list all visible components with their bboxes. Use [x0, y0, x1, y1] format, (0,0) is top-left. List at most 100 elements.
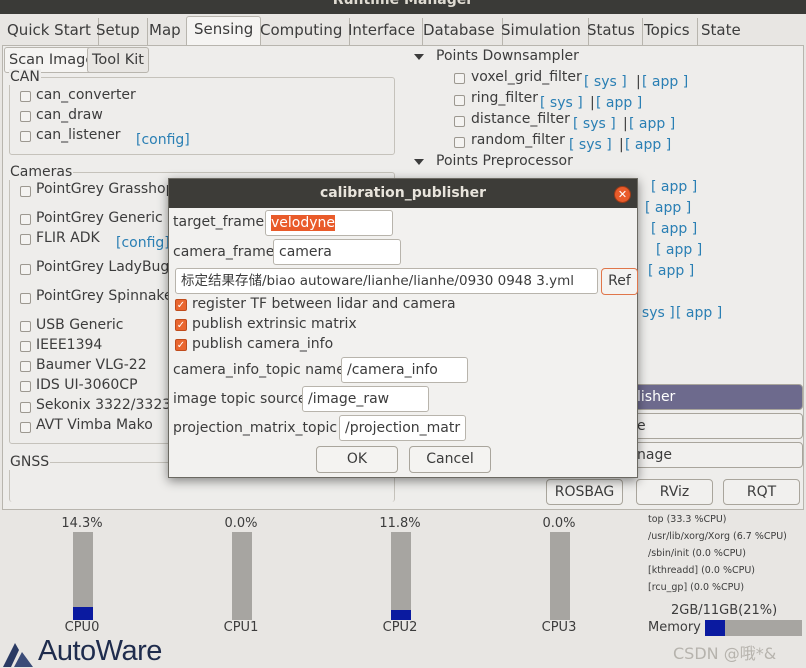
sys-link[interactable]: [ sys ] — [569, 137, 612, 153]
memory-meter — [705, 620, 802, 636]
rqt-button[interactable]: RQT — [723, 479, 800, 505]
cancel-button[interactable]: Cancel — [409, 446, 491, 473]
close-icon[interactable]: ✕ — [614, 186, 631, 203]
main-tab-bar: Quick Start Setup Map Sensing Computing … — [0, 14, 806, 46]
tab-database[interactable]: Database — [416, 18, 503, 46]
sys-link[interactable]: [ sys ] — [632, 305, 675, 321]
distance-filter-checkbox[interactable] — [454, 116, 465, 127]
tab-setup[interactable]: Setup — [89, 18, 148, 46]
cpu-name: CPU0 — [64, 620, 100, 635]
calibration-publisher-dialog: calibration_publisher ✕ target_frame vel… — [168, 178, 638, 478]
publish-camera-info-checkbox[interactable]: ✓ — [175, 339, 187, 351]
calibration-file-input[interactable]: 标定结果存储/biao autoware/lianhe/lianhe/0930 … — [175, 268, 598, 294]
calibration-publisher-button[interactable]: lisher — [630, 384, 803, 410]
app-link[interactable]: [ app ] — [629, 116, 675, 132]
camera-checkbox[interactable] — [20, 186, 31, 197]
app-link[interactable]: [ app ] — [645, 200, 691, 216]
cpu-meter-fill — [391, 610, 411, 620]
camera-checkbox[interactable] — [20, 234, 31, 245]
cpu-meter — [391, 532, 411, 620]
tab-topics[interactable]: Topics — [637, 18, 698, 46]
app-link[interactable]: [ app ] — [642, 74, 688, 90]
can-converter-checkbox[interactable] — [20, 91, 31, 102]
tab-status[interactable]: Status — [580, 18, 643, 46]
process-item: /sbin/init (0.0 %CPU) — [648, 548, 746, 559]
window-title: Runtime Manager — [332, 0, 474, 8]
cpu-name: CPU2 — [382, 620, 418, 635]
camera-checkbox[interactable] — [20, 321, 31, 332]
preprocessor-title: Points Preprocessor — [436, 153, 573, 169]
camera-label: Baumer VLG-22 — [36, 357, 147, 373]
random-filter-label: random_filter — [471, 132, 565, 148]
target-frame-input[interactable]: velodyne — [265, 210, 393, 236]
node-button[interactable]: e — [630, 413, 803, 439]
camera-checkbox[interactable] — [20, 402, 31, 413]
camera-checkbox[interactable] — [20, 361, 31, 372]
memory-usage: 2GB/11GB(21%) — [671, 603, 778, 618]
ok-button[interactable]: OK — [316, 446, 398, 473]
camera-checkbox[interactable] — [20, 293, 31, 304]
can-listener-checkbox[interactable] — [20, 131, 31, 142]
target-frame-label: target_frame — [173, 214, 265, 230]
app-link[interactable]: [ app ] — [651, 221, 697, 237]
app-link[interactable]: [ app ] — [676, 305, 722, 321]
subtab-tool-kit[interactable]: Tool Kit — [87, 47, 149, 73]
can-draw-checkbox[interactable] — [20, 111, 31, 122]
camera-checkbox[interactable] — [20, 422, 31, 433]
chevron-down-icon[interactable] — [414, 54, 424, 60]
app-link[interactable]: [ app ] — [596, 95, 642, 111]
app-link[interactable]: [ app ] — [651, 179, 697, 195]
tab-interface[interactable]: Interface — [341, 18, 424, 46]
publish-camera-info-label: publish camera_info — [192, 336, 334, 352]
image-topic-label: image topic source — [173, 391, 307, 407]
cpu-name: CPU3 — [541, 620, 577, 635]
cameras-group-title: Cameras — [9, 164, 74, 180]
cpu-meter-fill — [73, 607, 93, 620]
camera-frame-input[interactable]: camera — [273, 239, 401, 265]
process-item: /usr/lib/xorg/Xorg (6.7 %CPU) — [648, 531, 787, 542]
camera-label: PointGrey LadyBug — [36, 259, 170, 275]
cpu-name: CPU1 — [223, 620, 259, 635]
can-config-link[interactable]: [config] — [136, 132, 190, 148]
tab-quick-start[interactable]: Quick Start — [0, 18, 99, 46]
image-button[interactable]: nage — [630, 442, 803, 468]
tab-computing[interactable]: Computing — [253, 18, 351, 46]
voxel-grid-filter-label: voxel_grid_filter — [471, 69, 582, 85]
chevron-down-icon[interactable] — [414, 159, 424, 165]
autoware-logo: AutoWare — [0, 635, 190, 668]
camera-checkbox[interactable] — [20, 341, 31, 352]
ref-button[interactable]: Ref — [601, 268, 638, 295]
app-link[interactable]: [ app ] — [625, 137, 671, 153]
app-link[interactable]: [ app ] — [656, 242, 702, 258]
process-item: top (33.3 %CPU) — [648, 514, 727, 525]
sys-link[interactable]: [ sys ] — [573, 116, 616, 132]
camera-info-topic-input[interactable]: /camera_info — [341, 357, 468, 383]
register-tf-checkbox[interactable]: ✓ — [175, 299, 187, 311]
camera-checkbox[interactable] — [20, 214, 31, 225]
tab-sensing[interactable]: Sensing — [186, 16, 262, 46]
tab-simulation[interactable]: Simulation — [494, 18, 589, 46]
ring-filter-checkbox[interactable] — [454, 95, 465, 106]
rviz-button[interactable]: RViz — [636, 479, 713, 505]
sys-link[interactable]: [ sys ] — [540, 95, 583, 111]
camera-label: IDS UI-3060CP — [36, 377, 138, 393]
cpu-meter — [73, 532, 93, 620]
image-topic-input[interactable]: /image_raw — [302, 386, 429, 412]
app-link[interactable]: [ app ] — [648, 263, 694, 279]
rosbag-button[interactable]: ROSBAG — [546, 479, 623, 505]
projection-matrix-label: projection_matrix_topic — [173, 420, 338, 436]
cpu-value: 11.8% — [379, 516, 421, 531]
sys-link[interactable]: [ sys ] — [584, 74, 627, 90]
voxel-grid-filter-checkbox[interactable] — [454, 73, 465, 84]
tab-state[interactable]: State — [694, 18, 748, 46]
random-filter-checkbox[interactable] — [454, 137, 465, 148]
window-title-bar: Runtime Manager — [0, 0, 806, 14]
publish-extrinsic-checkbox[interactable]: ✓ — [175, 319, 187, 331]
tab-map[interactable]: Map — [142, 18, 189, 46]
projection-matrix-input[interactable]: /projection_matr — [339, 415, 466, 441]
camera-checkbox[interactable] — [20, 264, 31, 275]
separator: | — [636, 74, 641, 90]
cpu-meter — [550, 532, 570, 620]
camera-config-link[interactable]: [config] — [116, 235, 170, 251]
camera-checkbox[interactable] — [20, 381, 31, 392]
